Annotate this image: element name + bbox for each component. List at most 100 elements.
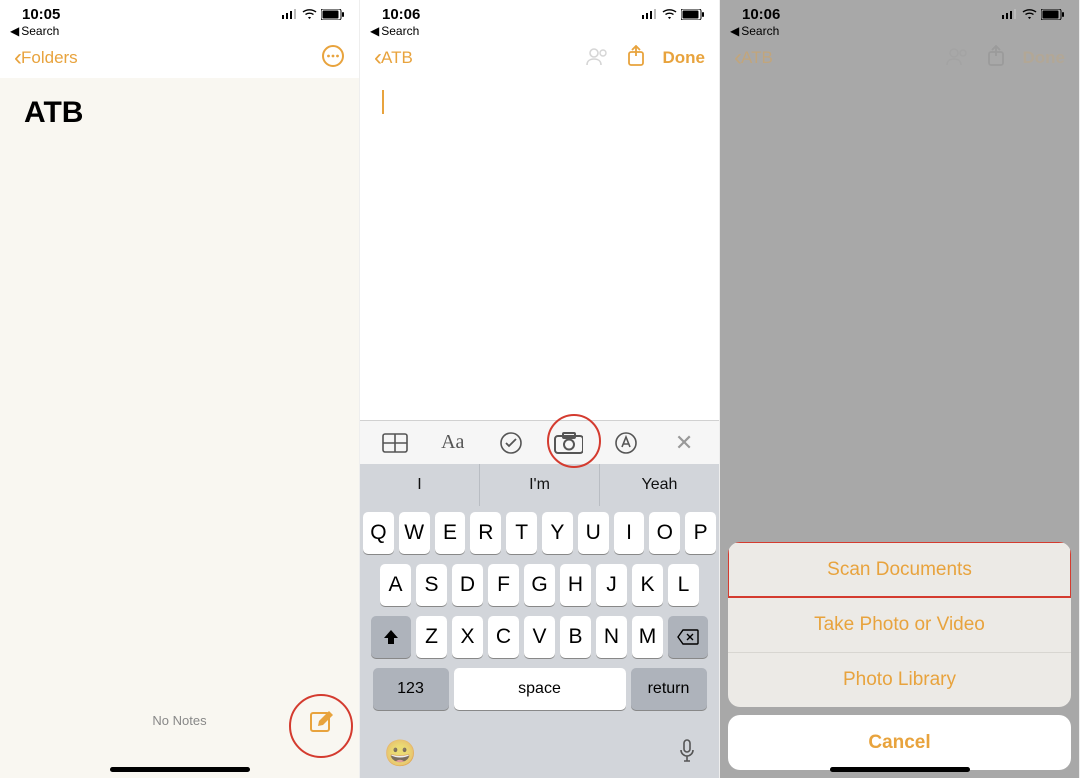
back-label: ATB: [381, 48, 413, 68]
back-triangle-icon: ◀: [10, 24, 19, 38]
numbers-key[interactable]: 123: [373, 668, 449, 710]
status-bar: 10:06: [360, 0, 719, 24]
wifi-icon: [1022, 9, 1037, 20]
clock: 10:06: [382, 6, 420, 23]
key-a[interactable]: A: [380, 564, 411, 606]
key-y[interactable]: Y: [542, 512, 573, 554]
signal-icon: [1002, 9, 1018, 19]
key-p[interactable]: P: [685, 512, 716, 554]
more-icon[interactable]: [321, 44, 345, 73]
battery-icon: [321, 9, 345, 20]
key-d[interactable]: D: [452, 564, 483, 606]
suggestion[interactable]: I'm: [480, 464, 600, 506]
note-editor[interactable]: Aa ✕ I I'm Yeah QWERTYUIOP ASDFGHJKL ZXC…: [360, 78, 719, 778]
wifi-icon: [302, 9, 317, 20]
status-bar: 10:05: [0, 0, 359, 24]
nav-bar: ‹ Folders: [0, 40, 359, 76]
backspace-key[interactable]: [668, 616, 708, 658]
wifi-icon: [662, 9, 677, 20]
key-k[interactable]: K: [632, 564, 663, 606]
status-bar: 10:06: [720, 0, 1079, 24]
checklist-icon[interactable]: [496, 428, 526, 458]
key-c[interactable]: C: [488, 616, 519, 658]
search-label: Search: [741, 24, 779, 38]
key-t[interactable]: T: [506, 512, 537, 554]
key-w[interactable]: W: [399, 512, 430, 554]
key-f[interactable]: F: [488, 564, 519, 606]
back-to-search[interactable]: ◀ Search: [360, 24, 719, 40]
keyboard-area: Aa ✕ I I'm Yeah QWERTYUIOP ASDFGHJKL ZXC…: [360, 420, 719, 778]
key-i[interactable]: I: [614, 512, 645, 554]
key-s[interactable]: S: [416, 564, 447, 606]
format-toolbar: Aa ✕: [360, 420, 719, 464]
share-icon[interactable]: [627, 45, 645, 72]
status-icons: [642, 9, 705, 20]
key-n[interactable]: N: [596, 616, 627, 658]
key-r[interactable]: R: [470, 512, 501, 554]
collaborate-icon[interactable]: [585, 46, 609, 71]
key-o[interactable]: O: [649, 512, 680, 554]
table-icon[interactable]: [380, 428, 410, 458]
back-triangle-icon: ◀: [370, 24, 379, 38]
done-button[interactable]: Done: [663, 48, 706, 68]
done-button: Done: [1023, 48, 1066, 68]
back-button[interactable]: ‹ Folders: [14, 44, 78, 72]
key-x[interactable]: X: [452, 616, 483, 658]
back-to-search[interactable]: ◀ Search: [720, 24, 1079, 40]
signal-icon: [282, 9, 298, 19]
nav-bar: ‹ ATB Done: [720, 40, 1079, 76]
note-body: ATB No Notes: [0, 78, 359, 778]
key-e[interactable]: E: [435, 512, 466, 554]
key-l[interactable]: L: [668, 564, 699, 606]
share-icon: [987, 45, 1005, 72]
take-photo-button[interactable]: Take Photo or Video: [728, 597, 1071, 652]
back-label: ATB: [741, 48, 773, 68]
back-button[interactable]: ‹ ATB: [374, 44, 413, 72]
markup-icon[interactable]: [611, 428, 641, 458]
action-sheet: Scan Documents Take Photo or Video Photo…: [728, 542, 1071, 770]
kb-bottom-bar: 😀: [360, 728, 719, 778]
note-title: ATB: [0, 78, 359, 148]
home-indicator[interactable]: [830, 767, 970, 772]
suggestion[interactable]: Yeah: [600, 464, 719, 506]
back-label: Folders: [21, 48, 78, 68]
key-j[interactable]: J: [596, 564, 627, 606]
compose-button[interactable]: [309, 709, 335, 740]
clock: 10:06: [742, 6, 780, 23]
search-label: Search: [21, 24, 59, 38]
cancel-button[interactable]: Cancel: [728, 715, 1071, 770]
shift-key[interactable]: [371, 616, 411, 658]
nav-bar: ‹ ATB Done: [360, 40, 719, 76]
key-v[interactable]: V: [524, 616, 555, 658]
dictation-icon[interactable]: [679, 739, 695, 768]
space-key[interactable]: space: [454, 668, 626, 710]
home-indicator[interactable]: [110, 767, 250, 772]
scan-documents-button[interactable]: Scan Documents: [728, 542, 1071, 597]
battery-icon: [681, 9, 705, 20]
key-h[interactable]: H: [560, 564, 591, 606]
status-icons: [282, 9, 345, 20]
photo-library-button[interactable]: Photo Library: [728, 652, 1071, 707]
suggestion-bar: I I'm Yeah: [360, 464, 719, 506]
back-to-search[interactable]: ◀ Search: [0, 24, 359, 40]
close-icon[interactable]: ✕: [669, 428, 699, 458]
return-key[interactable]: return: [631, 668, 707, 710]
key-b[interactable]: B: [560, 616, 591, 658]
search-label: Search: [381, 24, 419, 38]
key-u[interactable]: U: [578, 512, 609, 554]
key-g[interactable]: G: [524, 564, 555, 606]
back-button: ‹ ATB: [734, 44, 773, 72]
key-m[interactable]: M: [632, 616, 663, 658]
status-icons: [1002, 9, 1065, 20]
text-format-icon[interactable]: Aa: [438, 428, 468, 458]
text-cursor: [382, 90, 384, 114]
collaborate-icon: [945, 46, 969, 71]
key-z[interactable]: Z: [416, 616, 447, 658]
empty-label: No Notes: [0, 713, 359, 728]
battery-icon: [1041, 9, 1065, 20]
camera-icon[interactable]: [553, 428, 583, 458]
key-q[interactable]: Q: [363, 512, 394, 554]
back-triangle-icon: ◀: [730, 24, 739, 38]
suggestion[interactable]: I: [360, 464, 480, 506]
emoji-icon[interactable]: 😀: [384, 738, 416, 769]
